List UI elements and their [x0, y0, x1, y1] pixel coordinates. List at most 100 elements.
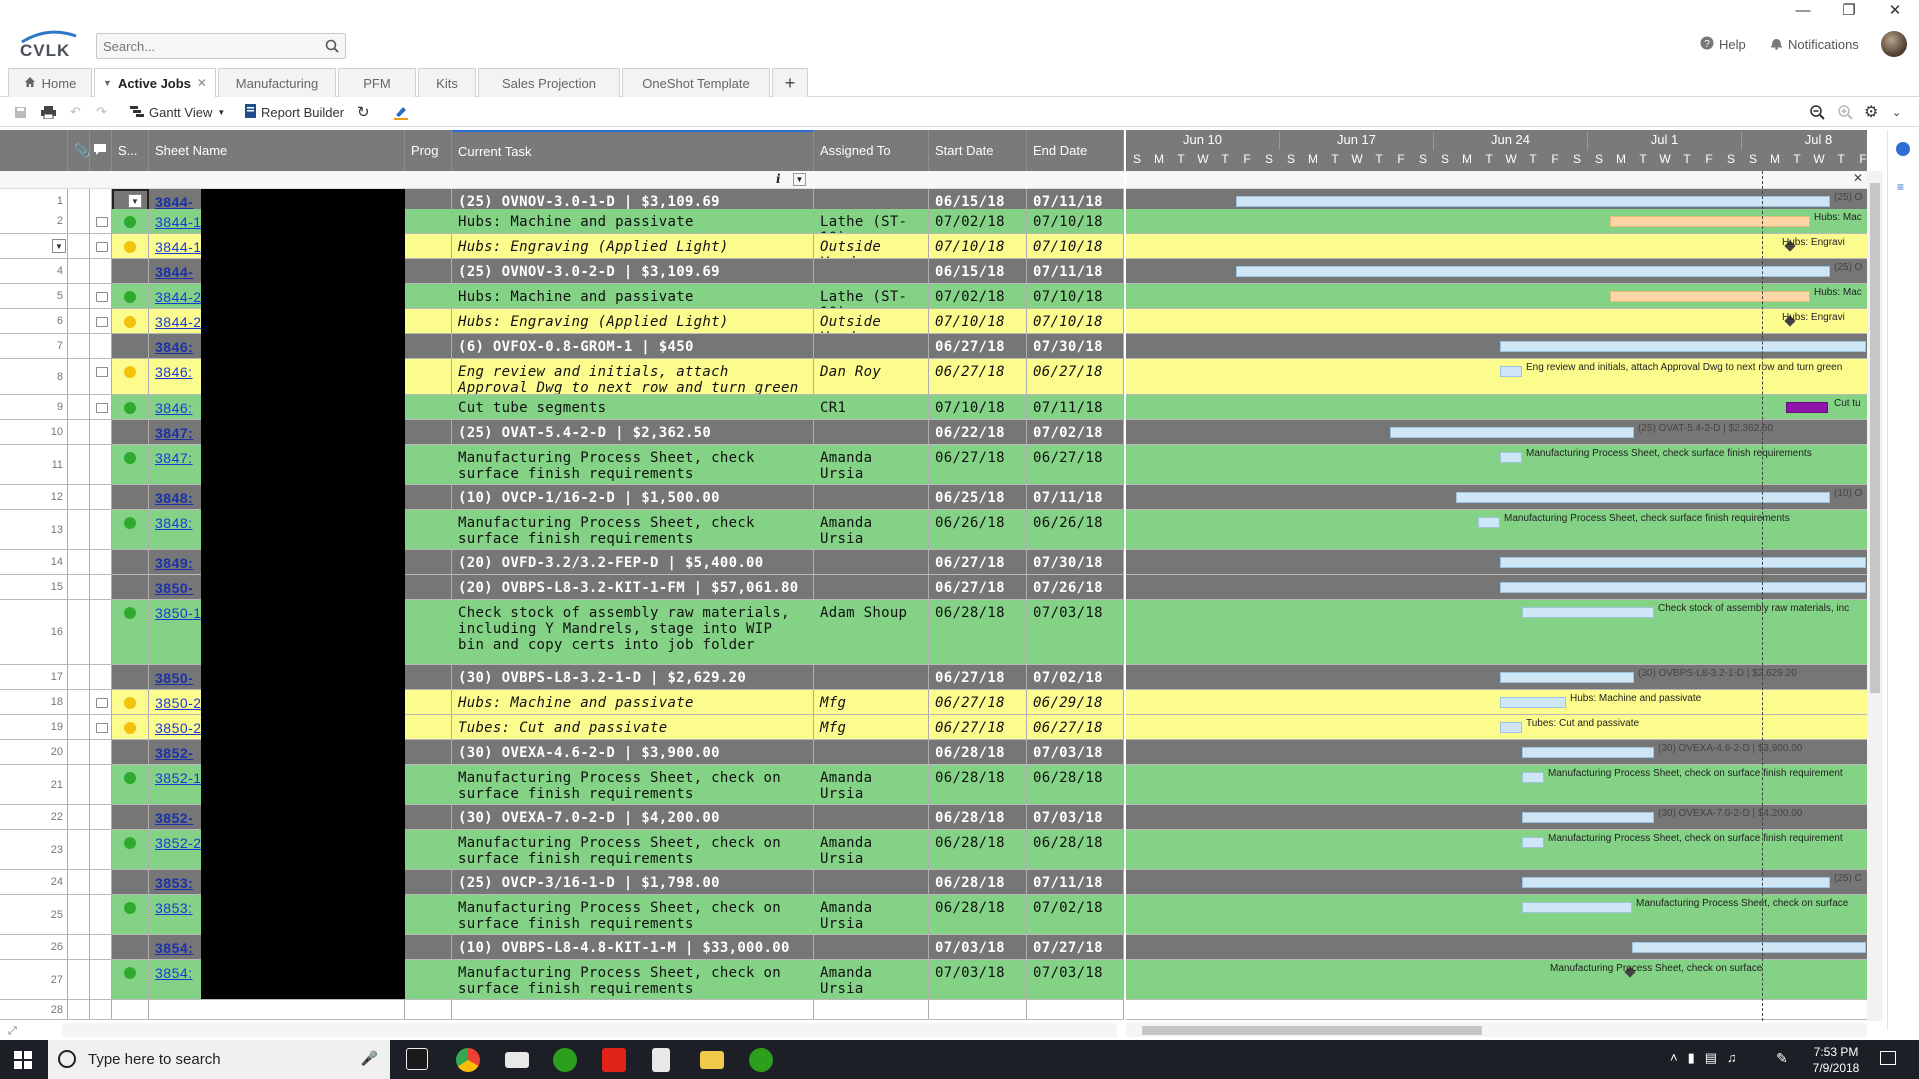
gantt-bar[interactable] — [1500, 452, 1522, 463]
table-row[interactable]: 18 3850-2 Hubs: Machine and passivate Mfg 06… — [0, 690, 1124, 715]
pen-icon[interactable]: ✎ — [1776, 1050, 1788, 1067]
attachment-cell[interactable] — [68, 234, 90, 258]
comment-cell[interactable] — [90, 665, 112, 689]
comment-cell[interactable] — [90, 510, 112, 549]
sheet-name-cell[interactable] — [149, 1000, 405, 1019]
prog-cell[interactable] — [405, 550, 452, 574]
gantt-bar[interactable] — [1610, 216, 1810, 227]
status-cell[interactable] — [112, 665, 149, 689]
gantt-bar[interactable] — [1500, 672, 1634, 683]
grid-horizontal-scrollbar[interactable] — [62, 1023, 1117, 1037]
microphone-icon[interactable]: 🎤 — [361, 1050, 378, 1067]
attachment-cell[interactable] — [68, 284, 90, 308]
table-row[interactable]: 20 3852- (30) OVEXA-4.6-2-D | $3,900.00 06/… — [0, 740, 1124, 765]
gantt-bar[interactable] — [1236, 266, 1830, 277]
attachment-cell[interactable] — [68, 870, 90, 894]
prog-cell[interactable] — [405, 690, 452, 714]
table-row[interactable]: 15 3850- (20) OVBPS-L8-3.2-KIT-1-FM | $57,… — [0, 575, 1124, 600]
assigned-to-column-header[interactable]: Assigned To — [814, 130, 929, 171]
avatar[interactable] — [1881, 31, 1907, 57]
windows-start-icon[interactable] — [14, 1051, 32, 1072]
attachment-cell[interactable] — [68, 935, 90, 959]
gear-icon[interactable]: ⚙ — [1864, 102, 1878, 122]
table-row[interactable]: 26 3854: (10) OVBPS-L8-4.8-KIT-1-M | $33,0… — [0, 935, 1124, 960]
table-row[interactable]: 5 3844-2 Hubs: Machine and passivate Lathe … — [0, 284, 1124, 309]
comment-cell[interactable] — [90, 895, 112, 934]
prog-cell[interactable] — [405, 740, 452, 764]
comment-cell[interactable] — [90, 575, 112, 599]
status-cell[interactable] — [112, 575, 149, 599]
attachment-cell[interactable] — [68, 600, 90, 664]
status-cell[interactable] — [112, 1000, 149, 1019]
gantt-bar[interactable] — [1632, 942, 1866, 953]
attachment-cell[interactable] — [68, 395, 90, 419]
status-indicator-icon[interactable] — [124, 452, 136, 464]
attachment-cell[interactable] — [68, 445, 90, 484]
restore-icon[interactable]: ❐ — [1834, 2, 1864, 20]
row-number-header[interactable] — [0, 130, 68, 171]
tab-pfm[interactable]: PFM — [338, 68, 416, 97]
end-date-column-header[interactable]: End Date — [1027, 130, 1124, 171]
status-cell[interactable] — [112, 334, 149, 358]
system-tray-icons[interactable]: ˄▮▤♫ — [1670, 1050, 1747, 1066]
scroll-thumb[interactable] — [1142, 1026, 1482, 1035]
gantt-horizontal-scrollbar[interactable] — [1126, 1023, 1867, 1037]
mail-icon[interactable] — [505, 1052, 529, 1068]
table-row[interactable]: 17 3850- (30) OVBPS-L8-3.2-1-D | $2,629.20… — [0, 665, 1124, 690]
tab-active-jobs[interactable]: ▼ Active Jobs ✕ — [94, 68, 216, 97]
file-explorer-icon[interactable] — [700, 1051, 724, 1069]
comment-icon[interactable] — [96, 367, 108, 377]
status-cell[interactable] — [112, 510, 149, 549]
minimize-icon[interactable]: — — [1788, 2, 1818, 20]
table-row[interactable]: 25 3853: Manufacturing Process Sheet, chec… — [0, 895, 1124, 935]
search-icon[interactable] — [325, 39, 339, 56]
gantt-bar[interactable] — [1522, 812, 1654, 823]
attachment-cell[interactable] — [68, 715, 90, 739]
prog-cell[interactable] — [405, 209, 452, 233]
close-icon[interactable]: ✕ — [1853, 171, 1863, 185]
gantt-bar[interactable] — [1522, 772, 1544, 783]
undo-icon[interactable]: ↶ — [70, 102, 81, 122]
status-indicator-icon[interactable] — [124, 697, 136, 709]
gantt-bar[interactable] — [1786, 402, 1828, 413]
table-row[interactable]: 2 3844-1 Hubs: Machine and passivate Lathe … — [0, 209, 1124, 234]
smartsheet-app-icon[interactable] — [406, 1048, 428, 1070]
prog-cell[interactable] — [405, 1000, 452, 1019]
prog-cell[interactable] — [405, 870, 452, 894]
status-indicator-icon[interactable] — [124, 837, 136, 849]
current-task-column-header[interactable]: Current Task — [452, 130, 814, 171]
gantt-bar[interactable] — [1522, 747, 1654, 758]
app-red-icon[interactable] — [602, 1048, 626, 1072]
attachment-cell[interactable] — [68, 510, 90, 549]
calculator-icon[interactable] — [652, 1048, 670, 1072]
gantt-bar[interactable] — [1500, 366, 1522, 377]
status-cell[interactable] — [112, 445, 149, 484]
comment-cell[interactable] — [90, 765, 112, 804]
table-row[interactable]: 33844-1Hubs: Engraving (Applied Light)Ou… — [0, 234, 1124, 259]
gantt-bar[interactable] — [1522, 837, 1544, 848]
gantt-bar[interactable] — [1478, 517, 1500, 528]
table-row[interactable]: 9 3846: Cut tube segments CR1 07/10/18 07/11/… — [0, 395, 1124, 420]
attachment-cell[interactable] — [68, 359, 90, 394]
chevron-down-icon[interactable]: ⌄ — [1892, 102, 1901, 122]
table-row[interactable]: 16 3850-1 Check stock of assembly raw mate… — [0, 600, 1124, 665]
app-logo[interactable]: CVLK — [18, 30, 80, 60]
attachment-cell[interactable] — [68, 575, 90, 599]
gantt-bar[interactable] — [1390, 427, 1634, 438]
prog-cell[interactable] — [405, 334, 452, 358]
status-cell[interactable] — [112, 740, 149, 764]
gantt-bar[interactable] — [1522, 902, 1632, 913]
prog-cell[interactable] — [405, 259, 452, 283]
status-cell[interactable] — [112, 935, 149, 959]
status-indicator-icon[interactable] — [124, 241, 136, 253]
prog-cell[interactable] — [405, 445, 452, 484]
gantt-bar[interactable] — [1500, 341, 1866, 352]
table-row[interactable]: 23 3852-2 Manufacturing Process Sheet, che… — [0, 830, 1124, 870]
taskbar-search-box[interactable]: Type here to search 🎤 — [48, 1040, 390, 1079]
quickbooks-icon[interactable] — [553, 1048, 577, 1072]
row-menu-icon[interactable]: ▼ — [52, 239, 66, 253]
tab-sales-projection[interactable]: Sales Projection — [478, 68, 620, 97]
prog-cell[interactable] — [405, 575, 452, 599]
save-icon[interactable] — [14, 102, 27, 122]
table-row[interactable]: 13 3848: Manufacturing Process Sheet, chec… — [0, 510, 1124, 550]
